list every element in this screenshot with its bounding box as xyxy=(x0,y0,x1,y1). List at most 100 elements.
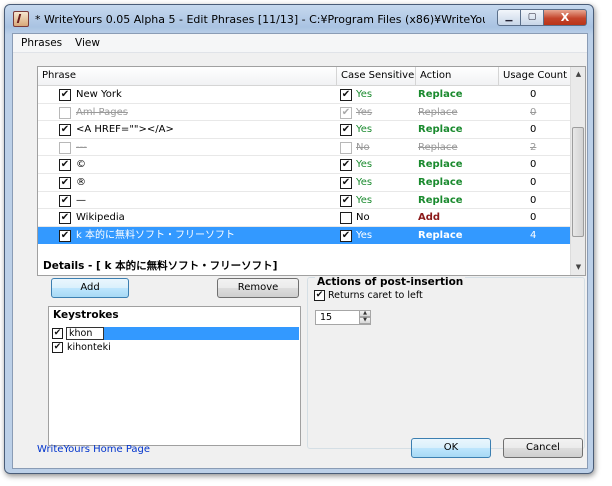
phrase-cell: New York xyxy=(76,89,122,100)
usage-count-cell: 0 xyxy=(530,194,537,206)
maximize-button[interactable]: ▢ xyxy=(520,9,544,26)
menu-view[interactable]: View xyxy=(75,37,100,49)
post-insertion-group xyxy=(307,277,585,449)
case-sensitive-checkbox[interactable]: ✔ xyxy=(340,194,352,207)
details-label: Details - [ k 本的に無料ソフト・フリーソフト] xyxy=(43,260,278,272)
writeyours-app-icon xyxy=(13,11,29,27)
grid-vertical-scrollbar[interactable]: ▲ ▼ xyxy=(570,67,585,275)
usage-count-cell: 0 xyxy=(530,89,537,100)
case-sensitive-text: Yes xyxy=(356,89,373,100)
phrase-cell: --- xyxy=(76,141,87,153)
enabled-checkbox[interactable] xyxy=(59,106,71,119)
menu-bar: Phrases View xyxy=(13,34,587,53)
keystrokes-header: Keystrokes xyxy=(53,309,119,321)
action-cell[interactable]: Replace xyxy=(418,104,496,121)
case-sensitive-checkbox[interactable]: ✔ xyxy=(340,89,352,101)
cancel-button[interactable]: Cancel xyxy=(503,438,583,458)
phrases-grid[interactable]: Phrase Case Sensitive Action Usage Count… xyxy=(37,66,586,276)
returns-caret-checkbox[interactable]: ✔ xyxy=(314,290,325,301)
column-header-phrase[interactable]: Phrase xyxy=(38,67,337,86)
minimize-button[interactable]: ▁ xyxy=(497,9,521,26)
table-row[interactable]: Aml Pages ✔ Yes Replace 0 xyxy=(38,104,570,122)
scroll-down-arrow-icon[interactable]: ▼ xyxy=(571,260,586,275)
case-sensitive-checkbox[interactable] xyxy=(340,141,352,154)
title-bar[interactable]: * WriteYours 0.05 Alpha 5 - Edit Phrases… xyxy=(5,5,593,33)
case-sensitive-text: Yes xyxy=(356,194,373,206)
case-sensitive-text: Yes xyxy=(356,159,373,171)
keystrokes-list[interactable]: Keystrokes ✔ khon ✔ kihonteki xyxy=(48,306,301,446)
case-sensitive-text: Yes xyxy=(356,177,373,188)
usage-count-cell: 4 xyxy=(530,229,537,241)
enabled-checkbox[interactable]: ✔ xyxy=(59,177,71,189)
table-row[interactable]: ✔ ® ✔ Yes Replace 0 xyxy=(38,174,570,192)
table-row[interactable]: ✔ © ✔ Yes Replace 0 xyxy=(38,156,570,174)
enabled-checkbox[interactable]: ✔ xyxy=(59,229,71,242)
home-page-link[interactable]: WriteYours Home Page xyxy=(37,444,150,455)
column-header-action[interactable]: Action xyxy=(416,67,499,86)
keystroke-text: kihonteki xyxy=(67,342,111,353)
spin-down-icon[interactable]: ▼ xyxy=(359,317,371,324)
action-cell[interactable]: Replace xyxy=(418,227,496,244)
table-row-selected[interactable]: ✔ k 本的に無料ソフト・フリーソフト ✔ Yes Replace 4 xyxy=(38,226,570,245)
ok-button[interactable]: OK xyxy=(411,438,491,458)
enabled-checkbox[interactable]: ✔ xyxy=(59,194,71,207)
case-sensitive-text: Yes xyxy=(356,106,373,118)
returns-caret-label: Returns caret to left xyxy=(328,290,423,301)
phrase-cell: k 本的に無料ソフト・フリーソフト xyxy=(76,229,235,241)
phrase-cell: Aml Pages xyxy=(76,106,128,118)
column-header-usage-count[interactable]: Usage Count xyxy=(499,67,571,86)
scroll-up-arrow-icon[interactable]: ▲ xyxy=(571,67,586,82)
window-title: * WriteYours 0.05 Alpha 5 - Edit Phrases… xyxy=(35,13,485,26)
case-sensitive-text: No xyxy=(356,141,370,153)
action-cell[interactable]: Replace xyxy=(418,192,496,209)
enabled-checkbox[interactable]: ✔ xyxy=(59,159,71,172)
action-cell[interactable]: Add xyxy=(418,209,496,226)
enabled-checkbox[interactable]: ✔ xyxy=(59,212,71,225)
case-sensitive-checkbox[interactable]: ✔ xyxy=(340,159,352,172)
case-sensitive-checkbox[interactable]: ✔ xyxy=(340,124,352,137)
action-cell[interactable]: Replace xyxy=(418,139,496,156)
case-sensitive-text: No xyxy=(356,212,370,224)
table-row[interactable]: ✔ <A HREF=""></A> ✔ Yes Replace 0 xyxy=(38,121,570,139)
phrase-cell: <A HREF=""></A> xyxy=(76,124,174,136)
enabled-checkbox[interactable] xyxy=(59,141,71,154)
action-cell[interactable]: Replace xyxy=(418,174,496,191)
client-area: Phrases View Phrase Case Sensitive Actio… xyxy=(12,33,588,469)
enabled-checkbox[interactable]: ✔ xyxy=(59,124,71,137)
list-item[interactable]: ✔ khon xyxy=(52,327,299,340)
menu-phrases[interactable]: Phrases xyxy=(21,37,62,49)
table-row[interactable]: ✔ — ✔ Yes Replace 0 xyxy=(38,192,570,210)
usage-count-cell: 0 xyxy=(530,177,537,188)
case-sensitive-text: Yes xyxy=(356,229,373,241)
action-cell[interactable]: Replace xyxy=(418,156,496,173)
add-keystroke-button[interactable]: Add xyxy=(51,278,129,298)
phrase-cell: © xyxy=(76,159,86,171)
case-sensitive-text: Yes xyxy=(356,124,373,136)
action-cell[interactable]: Replace xyxy=(418,121,496,138)
case-sensitive-checkbox[interactable]: ✔ xyxy=(340,106,352,119)
usage-count-cell: 0 xyxy=(530,106,537,118)
usage-count-cell: 0 xyxy=(530,124,537,136)
keystroke-edit-field[interactable]: khon xyxy=(66,327,104,340)
spin-up-icon[interactable]: ▲ xyxy=(359,310,371,317)
list-item[interactable]: ✔ kihonteki xyxy=(52,341,299,354)
case-sensitive-checkbox[interactable] xyxy=(340,212,352,225)
enabled-checkbox[interactable]: ✔ xyxy=(59,89,71,101)
scroll-thumb[interactable] xyxy=(572,127,584,237)
usage-count-cell: 2 xyxy=(530,141,537,153)
keystroke-checkbox[interactable]: ✔ xyxy=(52,342,63,353)
case-sensitive-checkbox[interactable]: ✔ xyxy=(340,229,352,242)
usage-count-cell: 0 xyxy=(530,159,537,171)
table-row[interactable]: ✔ New York ✔ Yes Replace 0 xyxy=(38,86,570,104)
phrase-cell: Wikipedia xyxy=(76,212,125,224)
app-window: * WriteYours 0.05 Alpha 5 - Edit Phrases… xyxy=(4,4,594,474)
column-header-case-sensitive[interactable]: Case Sensitive xyxy=(337,67,416,86)
keystroke-checkbox[interactable]: ✔ xyxy=(52,328,63,339)
remove-keystroke-button[interactable]: Remove xyxy=(217,278,299,298)
table-row[interactable]: ✔ Wikipedia No Add 0 xyxy=(38,209,570,227)
action-cell[interactable]: Replace xyxy=(418,86,496,103)
case-sensitive-checkbox[interactable]: ✔ xyxy=(340,177,352,189)
table-row[interactable]: --- No Replace 2 xyxy=(38,139,570,157)
close-button[interactable]: X xyxy=(543,9,587,26)
usage-count-cell: 0 xyxy=(530,212,537,224)
